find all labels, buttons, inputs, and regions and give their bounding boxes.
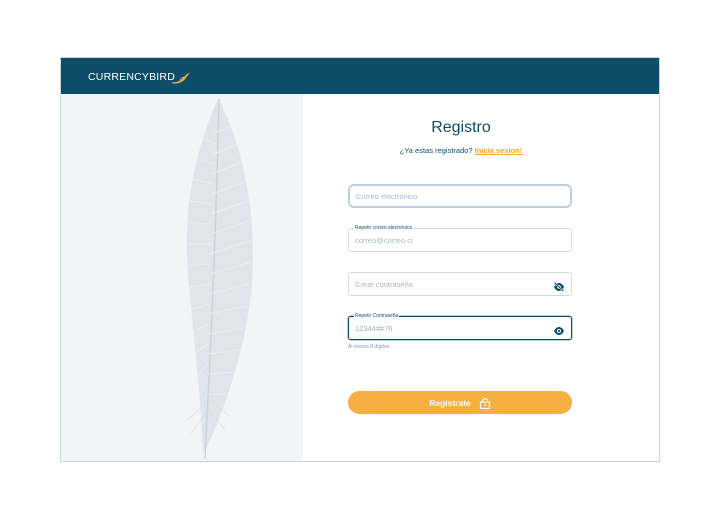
eye-slash-icon[interactable] xyxy=(553,279,565,297)
page-title: Registro xyxy=(431,119,491,136)
brand-name: CURRENCYBIRD xyxy=(88,71,175,83)
registration-card: CURRENCYBIRD Registro ¿Ya estas registra… xyxy=(60,57,660,462)
register-button[interactable]: Registrate xyxy=(348,391,572,414)
password-hint: Al menos 8 dígitos xyxy=(348,344,390,350)
feather-illustration xyxy=(183,98,253,460)
repeat-password-field[interactable]: Repetir Contraseña xyxy=(348,312,572,341)
password-field[interactable] xyxy=(348,272,572,296)
repeat-email-input[interactable] xyxy=(349,229,571,251)
password-input[interactable] xyxy=(349,273,571,295)
repeat-email-field[interactable]: Repetir correo electrónico xyxy=(348,224,572,252)
login-link[interactable]: Inicia sesion! xyxy=(475,146,523,155)
login-prompt: ¿Ya estas registrado? Inicia sesion! xyxy=(341,146,581,155)
bird-icon xyxy=(171,72,190,84)
repeat-password-input[interactable] xyxy=(349,317,571,339)
brand-logo[interactable]: CURRENCYBIRD xyxy=(88,67,191,87)
already-registered-text: ¿Ya estas registrado? xyxy=(399,146,473,155)
eye-icon[interactable] xyxy=(553,323,565,341)
email-field[interactable] xyxy=(348,184,572,208)
lock-open-icon xyxy=(479,397,491,409)
header-bar: CURRENCYBIRD xyxy=(61,58,659,94)
register-button-label: Registrate xyxy=(429,397,471,408)
feather-illustration-panel xyxy=(61,94,303,461)
email-input[interactable] xyxy=(350,186,570,206)
